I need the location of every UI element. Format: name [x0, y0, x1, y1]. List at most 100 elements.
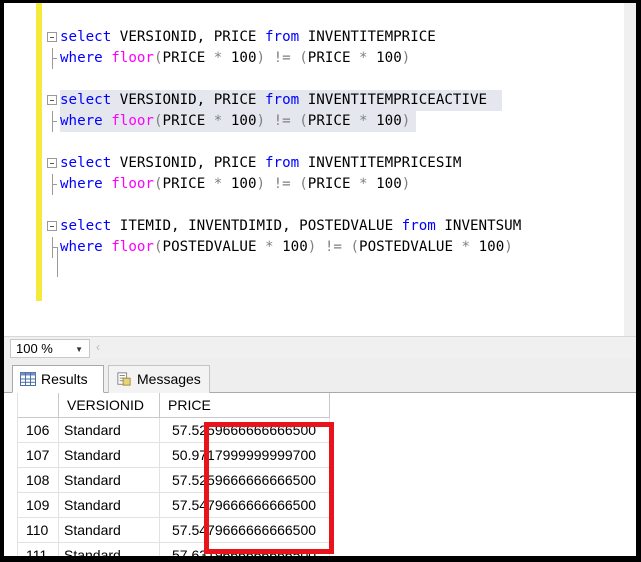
messages-icon — [117, 372, 131, 386]
tab-messages-label: Messages — [137, 371, 201, 387]
code-token: POSTEDVALUE — [359, 239, 462, 255]
code-token: != — [273, 176, 291, 192]
code-token: from — [265, 92, 300, 108]
code-token: * — [359, 176, 368, 192]
code-token: INVENTITEMPRICESIM — [299, 155, 462, 171]
collapse-icon[interactable] — [47, 95, 57, 105]
collapse-icon[interactable] — [47, 32, 57, 42]
code-token: PRICE — [307, 113, 360, 129]
grid-header-row: VERSIONID PRICE — [4, 393, 636, 418]
code-token: floor — [111, 113, 154, 129]
code-line[interactable]: select VERSIONID, PRICE from INVENTITEMP… — [4, 90, 624, 111]
code-token: != — [324, 239, 342, 255]
code-line[interactable] — [4, 69, 624, 90]
zoom-bar: 100 % ▼ ‹ — [4, 336, 636, 359]
code-token: from — [401, 218, 436, 234]
code-token: select — [60, 92, 112, 108]
code-token: ) — [256, 176, 266, 192]
fold-end-marker — [57, 247, 58, 277]
code-line[interactable]: where floor(PRICE * 100) != (PRICE * 100… — [4, 111, 624, 132]
code-token: INVENTSUM — [435, 218, 522, 234]
row-number[interactable]: 110 — [18, 518, 59, 543]
code-text: where floor(PRICE * 100) != (PRICE * 100… — [60, 111, 417, 132]
row-number[interactable]: 108 — [18, 468, 59, 493]
code-line[interactable]: select VERSIONID, PRICE from INVENTITEMP… — [4, 153, 624, 174]
code-token: from — [265, 155, 300, 171]
code-text: select VERSIONID, PRICE from INVENTITEMP… — [60, 90, 502, 111]
row-number[interactable]: 106 — [18, 418, 59, 443]
collapse-icon[interactable] — [47, 158, 57, 168]
cell-versionid[interactable]: Standard — [59, 518, 160, 543]
code-text: select VERSIONID, PRICE from INVENTITEMP… — [60, 153, 467, 174]
scroll-left-icon[interactable]: ‹ — [96, 340, 100, 354]
code-token: ( — [299, 113, 308, 129]
code-token: PRICE — [307, 50, 360, 66]
query-editor[interactable]: select VERSIONID, PRICE from INVENTITEMP… — [4, 3, 636, 336]
code-token: VERSIONID, PRICE — [111, 92, 265, 108]
code-token: INVENTITEMPRICEACTIVE — [299, 92, 496, 108]
code-token: PRICE — [162, 113, 214, 129]
code-line[interactable] — [4, 132, 624, 153]
code-line[interactable]: where floor(PRICE * 100) != (PRICE * 100… — [4, 174, 624, 195]
code-token: ) — [401, 113, 411, 129]
cell-versionid[interactable]: Standard — [59, 468, 160, 493]
column-header-price[interactable]: PRICE — [160, 393, 330, 418]
fold-guide — [52, 48, 57, 69]
fold-guide — [52, 174, 57, 195]
row-number[interactable]: 111 — [18, 543, 59, 556]
tab-results[interactable]: Results — [12, 365, 104, 393]
code-line[interactable]: select VERSIONID, PRICE from INVENTITEMP… — [4, 27, 624, 48]
code-token: 100 — [222, 113, 257, 129]
fold-guide — [52, 237, 57, 258]
code-line[interactable]: where floor(POSTEDVALUE * 100) != (POSTE… — [4, 237, 624, 258]
code-token: floor — [111, 239, 154, 255]
column-header-versionid[interactable]: VERSIONID — [59, 393, 160, 418]
code-line[interactable] — [4, 195, 624, 216]
row-number-header[interactable] — [18, 393, 59, 418]
cell-versionid[interactable]: Standard — [59, 543, 160, 556]
code-token: ) — [401, 176, 411, 192]
code-text: select ITEMID, INVENTDIMID, POSTEDVALUE … — [60, 216, 527, 237]
chevron-down-icon: ▼ — [75, 345, 83, 354]
code-line[interactable]: where floor(PRICE * 100) != (PRICE * 100… — [4, 48, 624, 69]
code-token: where — [60, 239, 103, 255]
zoom-value: 100 % — [16, 341, 53, 356]
code-token: * — [359, 50, 368, 66]
code-token: ) — [307, 239, 317, 255]
cell-versionid[interactable]: Standard — [59, 443, 160, 468]
code-token: ( — [153, 50, 163, 66]
code-token: * — [265, 239, 274, 255]
fold-guide — [52, 111, 57, 132]
editor-vertical-scrollbar[interactable] — [624, 3, 636, 336]
tab-messages[interactable]: Messages — [108, 365, 210, 393]
tab-results-label: Results — [41, 371, 88, 387]
row-number[interactable]: 109 — [18, 493, 59, 518]
code-token: * — [359, 113, 368, 129]
code-text: where floor(PRICE * 100) != (PRICE * 100… — [60, 48, 416, 69]
cell-versionid[interactable]: Standard — [59, 493, 160, 518]
code-token: ) — [256, 50, 266, 66]
code-text: where floor(POSTEDVALUE * 100) != (POSTE… — [60, 237, 519, 258]
code-token: VERSIONID, PRICE — [111, 155, 265, 171]
code-token: ) — [401, 50, 411, 66]
code-token: floor — [111, 176, 154, 192]
code-line[interactable]: select ITEMID, INVENTDIMID, POSTEDVALUE … — [4, 216, 624, 237]
code-area[interactable]: select VERSIONID, PRICE from INVENTITEMP… — [4, 27, 624, 258]
cell-versionid[interactable]: Standard — [59, 418, 160, 443]
collapse-icon[interactable] — [47, 221, 57, 231]
code-token: ( — [153, 113, 163, 129]
zoom-dropdown[interactable]: 100 % ▼ — [10, 339, 90, 358]
code-token: where — [60, 113, 103, 129]
code-token: ) — [256, 113, 266, 129]
code-token: POSTEDVALUE — [162, 239, 266, 255]
row-number[interactable]: 107 — [18, 443, 59, 468]
code-token: ( — [299, 50, 308, 66]
